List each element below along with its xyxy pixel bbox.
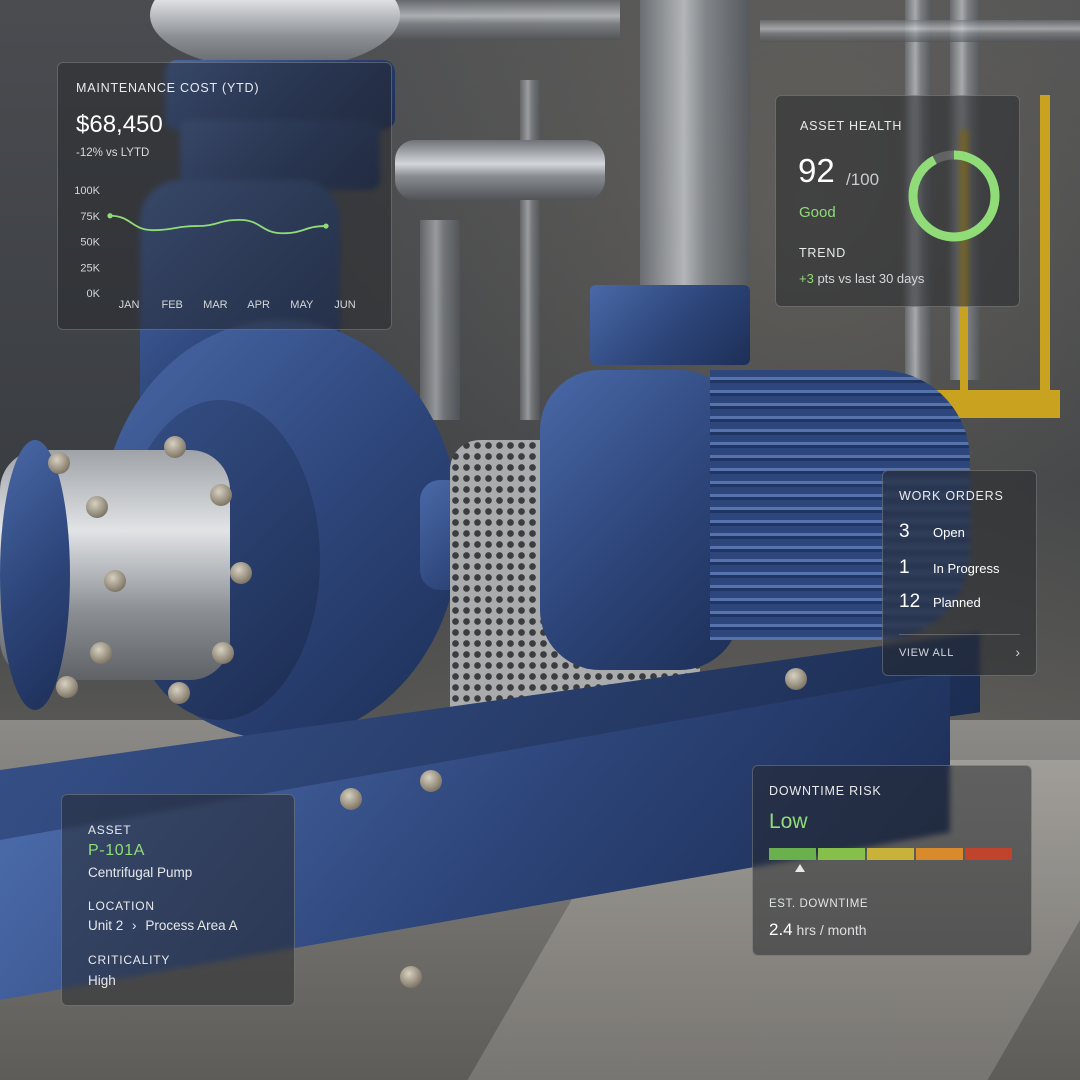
est-downtime-label: EST. DOWNTIME xyxy=(769,898,869,910)
asset-health-title: ASSET HEALTH xyxy=(800,119,903,133)
est-downtime-unit: hrs / month xyxy=(796,922,867,938)
data-point xyxy=(323,223,329,229)
work-order-label: Planned xyxy=(933,595,981,610)
risk-scale-segment xyxy=(818,848,865,860)
maintenance-cost-delta: -12% vs LYTD xyxy=(76,147,150,159)
y-tick-label: 100K xyxy=(74,185,100,197)
work-orders-panel: WORK ORDERS 3 Open 1 In Progress 12 Planned… xyxy=(882,470,1037,676)
y-tick-label: 0K xyxy=(87,288,101,300)
work-order-row-planned: 12 Planned xyxy=(899,591,981,613)
asset-id: P-101A xyxy=(88,842,145,859)
asset-label: ASSET xyxy=(88,823,132,837)
maintenance-cost-title: MAINTENANCE COST (YTD) xyxy=(76,81,260,95)
y-tick-label: 75K xyxy=(80,211,100,223)
est-downtime-number: 2.4 xyxy=(769,920,793,939)
health-status: Good xyxy=(799,204,836,221)
criticality-value: High xyxy=(88,973,116,988)
work-order-count: 3 xyxy=(899,521,910,542)
work-order-count: 1 xyxy=(899,557,910,578)
work-orders-title: WORK ORDERS xyxy=(899,489,1004,503)
work-order-count: 12 xyxy=(899,591,921,612)
x-tick-label: MAR xyxy=(203,299,228,311)
downtime-risk-title: DOWNTIME RISK xyxy=(769,784,882,798)
work-order-row-in-progress: 1 In Progress xyxy=(899,557,999,579)
risk-scale-segment xyxy=(769,848,816,860)
location-breadcrumb: Unit 2 › Process Area A xyxy=(88,918,238,933)
divider xyxy=(899,634,1020,635)
y-tick-label: 25K xyxy=(80,262,100,274)
x-tick-label: FEB xyxy=(161,299,182,311)
est-downtime-value: 2.4 hrs / month xyxy=(769,920,867,940)
risk-scale-segment xyxy=(867,848,914,860)
x-tick-label: MAY xyxy=(290,299,314,311)
chevron-right-icon: › xyxy=(132,918,137,933)
asset-health-panel: ASSET HEALTH 92 /100 Good TREND +3 pts v… xyxy=(775,95,1020,307)
risk-marker-icon xyxy=(795,864,806,872)
trend-label: TREND xyxy=(799,246,847,260)
x-tick-label: JAN xyxy=(119,299,140,311)
data-point xyxy=(107,213,113,219)
x-tick-label: APR xyxy=(247,299,270,311)
asset-info-panel: ASSET P-101A Centrifugal Pump LOCATION U… xyxy=(61,794,295,1006)
work-order-label: Open xyxy=(933,525,965,540)
location-area: Process Area A xyxy=(145,918,238,933)
health-score: 92 xyxy=(798,152,835,189)
maintenance-cost-chart: 100K 75K 50K 25K 0K JAN FEB MAR APR MAY JUN xyxy=(74,185,355,311)
trend-text: +3 pts vs last 30 days xyxy=(799,271,924,286)
criticality-label: CRITICALITY xyxy=(88,953,171,967)
risk-scale-bar xyxy=(769,848,1012,860)
health-ring-gauge xyxy=(908,150,1000,242)
health-ring-fill xyxy=(908,150,1000,242)
location-label: LOCATION xyxy=(88,899,155,913)
downtime-risk-panel: DOWNTIME RISK Low EST. DOWNTIME 2.4 hrs … xyxy=(752,765,1032,956)
view-all-link[interactable]: VIEW ALL xyxy=(899,647,954,659)
trend-description: pts vs last 30 days xyxy=(817,271,925,286)
asset-type: Centrifugal Pump xyxy=(88,865,193,880)
risk-scale-segment xyxy=(965,848,1012,860)
work-order-row-open: 3 Open xyxy=(899,521,965,543)
risk-scale-segment xyxy=(916,848,963,860)
maintenance-cost-panel: MAINTENANCE COST (YTD) $68,450 -12% vs L… xyxy=(57,62,392,330)
chevron-right-icon[interactable]: › xyxy=(1015,644,1020,660)
downtime-risk-level: Low xyxy=(769,810,808,833)
series-line xyxy=(109,214,327,235)
location-unit: Unit 2 xyxy=(88,918,124,933)
trend-delta: +3 xyxy=(799,271,814,286)
x-tick-label: JUN xyxy=(334,299,355,311)
health-score-max: /100 xyxy=(846,170,880,189)
y-tick-label: 50K xyxy=(80,237,100,249)
work-order-label: In Progress xyxy=(933,561,1000,576)
maintenance-cost-value: $68,450 xyxy=(76,111,163,138)
